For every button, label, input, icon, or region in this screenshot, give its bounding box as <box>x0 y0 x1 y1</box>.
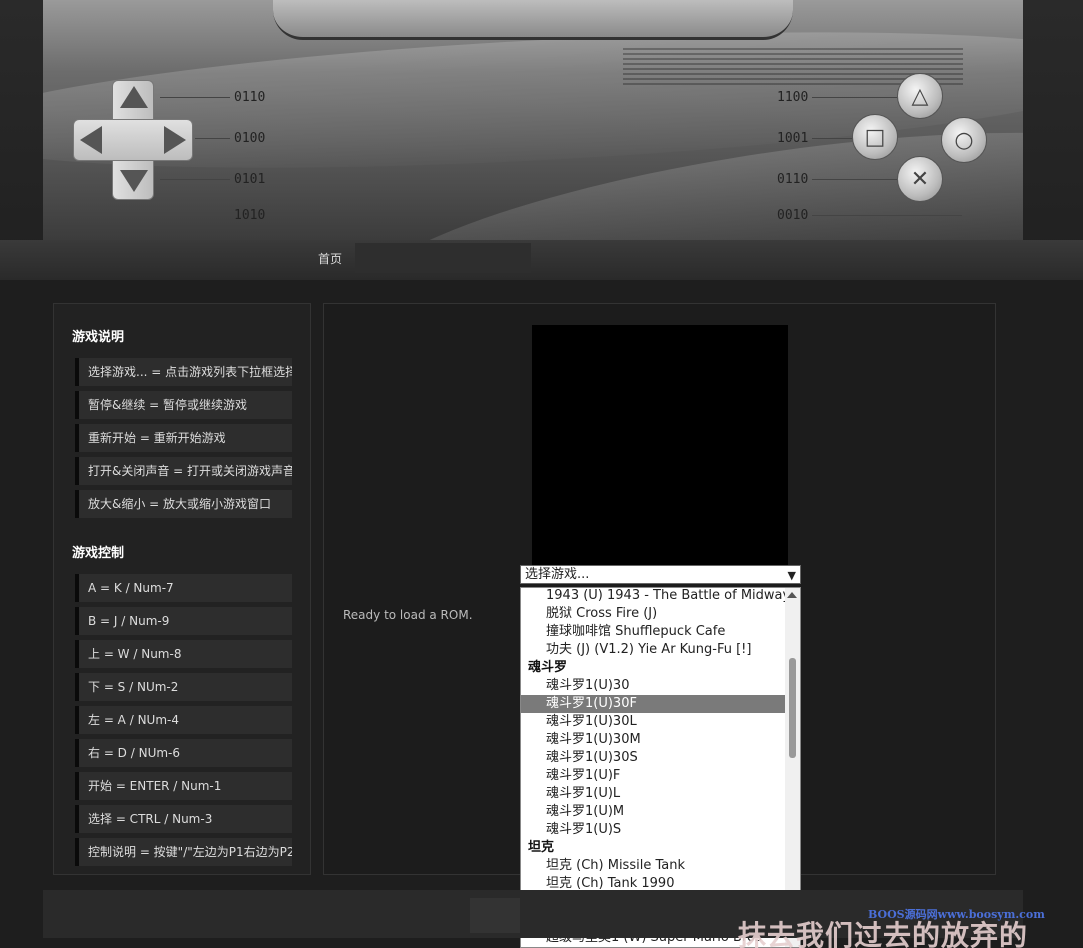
game-option[interactable]: 1943 (U) 1943 - The Battle of Midway <box>521 588 787 605</box>
control-item: 右 = D / NUm-6 <box>75 739 292 767</box>
binary-label: 1100 <box>777 90 809 105</box>
game-option[interactable]: 魂斗罗1(U)L <box>521 785 787 803</box>
option-group-label: 魂斗罗 <box>528 660 568 675</box>
option-group-label: 坦克 <box>528 840 555 855</box>
connector-line <box>812 138 852 139</box>
nav-home-link[interactable]: 首页 <box>318 250 342 267</box>
connector-line <box>160 215 230 216</box>
instruction-item: 选择游戏... = 点击游戏列表下拉框选择 <box>75 358 292 386</box>
game-option[interactable]: 魂斗罗1(U)30S <box>521 749 787 767</box>
dpad-up-icon <box>120 86 148 108</box>
game-option[interactable]: 魂斗罗1(U)30M <box>521 731 787 749</box>
game-select[interactable]: 选择游戏... ▼ <box>520 565 801 584</box>
game-option[interactable]: 脱狱 Cross Fire (J) <box>521 605 787 623</box>
game-select-value: 选择游戏... <box>525 567 590 582</box>
controls-title: 游戏控制 <box>72 546 125 561</box>
status-text: Ready to load a ROM. <box>343 608 473 622</box>
binary-label: 0100 <box>234 131 266 146</box>
binary-label: 0101 <box>234 172 266 187</box>
control-item: 开始 = ENTER / Num-1 <box>75 772 292 800</box>
nav-bar <box>0 240 1083 280</box>
binary-label: 0010 <box>777 208 809 223</box>
triangle-button-icon: △ <box>897 73 943 119</box>
game-option[interactable]: 撞球咖啡馆 Shufflepuck Cafe <box>521 623 787 641</box>
game-option[interactable]: 魂斗罗1(U)M <box>521 803 787 821</box>
binary-label: 1010 <box>234 208 266 223</box>
control-item: 上 = W / Num-8 <box>75 640 292 668</box>
nav-item-placeholder <box>355 243 531 273</box>
cross-button-icon: ✕ <box>897 156 943 202</box>
game-option[interactable]: 魂斗罗1(U)30F <box>521 695 787 713</box>
game-option[interactable]: 魂斗罗1(U)F <box>521 767 787 785</box>
instruction-item: 打开&关闭声音 = 打开或关闭游戏声音 <box>75 457 292 485</box>
instruction-item: 重新开始 = 重新开始游戏 <box>75 424 292 452</box>
game-option[interactable]: 功夫 (J) (V1.2) Yie Ar Kung-Fu [!] <box>521 641 787 659</box>
connector-line <box>195 138 230 139</box>
binary-label: 0110 <box>234 90 266 105</box>
square-button-icon: □ <box>852 114 898 160</box>
binary-label: 0110 <box>777 172 809 187</box>
game-option[interactable]: 魂斗罗1(U)S <box>521 821 787 839</box>
control-item: B = J / Num-9 <box>75 607 292 635</box>
game-screen[interactable] <box>532 325 788 565</box>
instruction-item: 暂停&继续 = 暂停或继续游戏 <box>75 391 292 419</box>
control-item: 下 = S / NUm-2 <box>75 673 292 701</box>
game-option[interactable]: 魂斗罗1(U)30L <box>521 713 787 731</box>
instruction-item: 放大&缩小 = 放大或缩小游戏窗口 <box>75 490 292 518</box>
control-item: A = K / Num-7 <box>75 574 292 602</box>
circle-button-icon: ○ <box>941 117 987 163</box>
dpad-right-icon <box>164 126 186 154</box>
scroll-thumb[interactable] <box>789 658 796 758</box>
header-top-bar <box>273 0 793 40</box>
footer-decoration <box>470 898 520 933</box>
connector-line <box>812 215 962 216</box>
game-option[interactable]: 魂斗罗1(U)30 <box>521 677 787 695</box>
control-item: 控制说明 = 按键"/"左边为P1右边为P2 <box>75 838 292 866</box>
dpad-down-icon <box>120 170 148 192</box>
game-option[interactable]: 坦克 (Ch) Missile Tank <box>521 857 787 875</box>
connector-line <box>160 97 230 98</box>
connector-line <box>812 97 897 98</box>
control-item: 选择 = CTRL / Num-3 <box>75 805 292 833</box>
control-item: 左 = A / NUm-4 <box>75 706 292 734</box>
dpad-left-icon <box>80 126 102 154</box>
connector-line <box>812 179 897 180</box>
binary-label: 1001 <box>777 131 809 146</box>
chevron-down-icon: ▼ <box>787 569 796 582</box>
watermark-slogan: 抹去我们过去的放弃的 <box>738 919 1029 948</box>
instructions-title: 游戏说明 <box>72 330 125 345</box>
connector-line <box>160 179 230 180</box>
scroll-up-icon[interactable] <box>787 592 797 598</box>
